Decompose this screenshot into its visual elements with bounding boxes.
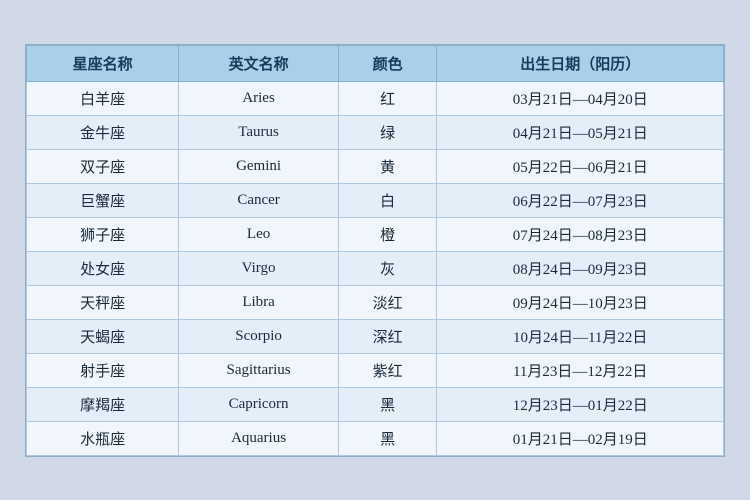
table-row: 天秤座Libra淡红09月24日—10月23日 (27, 285, 724, 319)
table-row: 处女座Virgo灰08月24日—09月23日 (27, 251, 724, 285)
header-color: 颜色 (338, 45, 437, 81)
cell-dates: 08月24日—09月23日 (437, 251, 724, 285)
cell-color: 红 (338, 81, 437, 115)
table-row: 巨蟹座Cancer白06月22日—07月23日 (27, 183, 724, 217)
cell-color: 白 (338, 183, 437, 217)
cell-chinese-name: 金牛座 (27, 115, 179, 149)
table-row: 摩羯座Capricorn黑12月23日—01月22日 (27, 387, 724, 421)
cell-english-name: Aquarius (179, 421, 339, 455)
cell-english-name: Virgo (179, 251, 339, 285)
cell-english-name: Cancer (179, 183, 339, 217)
cell-color: 紫红 (338, 353, 437, 387)
cell-chinese-name: 双子座 (27, 149, 179, 183)
cell-english-name: Capricorn (179, 387, 339, 421)
cell-dates: 12月23日—01月22日 (437, 387, 724, 421)
header-dates: 出生日期（阳历） (437, 45, 724, 81)
cell-english-name: Taurus (179, 115, 339, 149)
table-row: 狮子座Leo橙07月24日—08月23日 (27, 217, 724, 251)
zodiac-table-container: 星座名称 英文名称 颜色 出生日期（阳历） 白羊座Aries红03月21日—04… (25, 44, 725, 457)
table-row: 水瓶座Aquarius黑01月21日—02月19日 (27, 421, 724, 455)
cell-chinese-name: 白羊座 (27, 81, 179, 115)
header-english-name: 英文名称 (179, 45, 339, 81)
cell-chinese-name: 摩羯座 (27, 387, 179, 421)
cell-dates: 03月21日—04月20日 (437, 81, 724, 115)
cell-english-name: Libra (179, 285, 339, 319)
cell-color: 深红 (338, 319, 437, 353)
cell-color: 橙 (338, 217, 437, 251)
cell-chinese-name: 处女座 (27, 251, 179, 285)
cell-chinese-name: 巨蟹座 (27, 183, 179, 217)
cell-english-name: Gemini (179, 149, 339, 183)
cell-english-name: Aries (179, 81, 339, 115)
cell-chinese-name: 天秤座 (27, 285, 179, 319)
cell-dates: 05月22日—06月21日 (437, 149, 724, 183)
table-row: 双子座Gemini黄05月22日—06月21日 (27, 149, 724, 183)
cell-color: 灰 (338, 251, 437, 285)
cell-chinese-name: 水瓶座 (27, 421, 179, 455)
table-body: 白羊座Aries红03月21日—04月20日金牛座Taurus绿04月21日—0… (27, 81, 724, 455)
table-row: 白羊座Aries红03月21日—04月20日 (27, 81, 724, 115)
cell-color: 黑 (338, 387, 437, 421)
cell-dates: 11月23日—12月22日 (437, 353, 724, 387)
cell-chinese-name: 狮子座 (27, 217, 179, 251)
cell-english-name: Leo (179, 217, 339, 251)
cell-dates: 01月21日—02月19日 (437, 421, 724, 455)
table-row: 金牛座Taurus绿04月21日—05月21日 (27, 115, 724, 149)
cell-color: 绿 (338, 115, 437, 149)
cell-english-name: Sagittarius (179, 353, 339, 387)
cell-chinese-name: 射手座 (27, 353, 179, 387)
cell-english-name: Scorpio (179, 319, 339, 353)
cell-dates: 10月24日—11月22日 (437, 319, 724, 353)
header-chinese-name: 星座名称 (27, 45, 179, 81)
cell-dates: 04月21日—05月21日 (437, 115, 724, 149)
cell-dates: 06月22日—07月23日 (437, 183, 724, 217)
cell-color: 黄 (338, 149, 437, 183)
cell-color: 黑 (338, 421, 437, 455)
cell-dates: 09月24日—10月23日 (437, 285, 724, 319)
zodiac-table: 星座名称 英文名称 颜色 出生日期（阳历） 白羊座Aries红03月21日—04… (26, 45, 724, 456)
cell-color: 淡红 (338, 285, 437, 319)
cell-chinese-name: 天蝎座 (27, 319, 179, 353)
table-row: 天蝎座Scorpio深红10月24日—11月22日 (27, 319, 724, 353)
table-row: 射手座Sagittarius紫红11月23日—12月22日 (27, 353, 724, 387)
table-header-row: 星座名称 英文名称 颜色 出生日期（阳历） (27, 45, 724, 81)
cell-dates: 07月24日—08月23日 (437, 217, 724, 251)
